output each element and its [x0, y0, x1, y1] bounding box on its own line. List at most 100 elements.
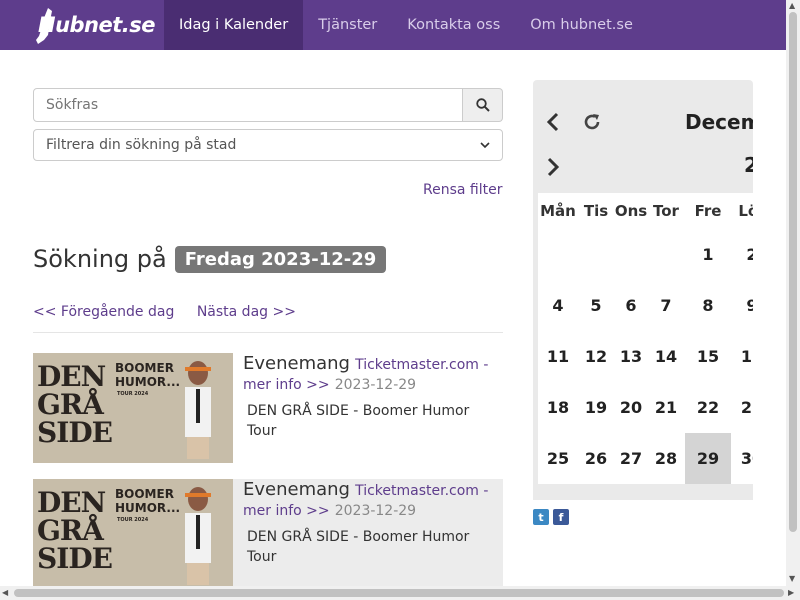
scroll-down-icon[interactable]: ▼ — [789, 574, 795, 583]
calendar-day[interactable]: 1 — [684, 229, 732, 280]
calendar-day[interactable]: 23 — [732, 382, 753, 433]
weekday-label: Fre — [694, 202, 722, 220]
search-input[interactable] — [33, 88, 463, 122]
weekday-label: Tor — [653, 202, 679, 220]
calendar-day[interactable]: 29 — [685, 433, 731, 484]
calendar-empty-cell — [648, 229, 684, 280]
vertical-scroll-thumb[interactable] — [789, 12, 797, 532]
performer-figure — [185, 487, 211, 585]
calendar-day[interactable]: 30 — [732, 433, 753, 484]
event-body: Evenemang Ticketmaster.com - mer info >>… — [243, 353, 498, 441]
calendar-empty-cell — [578, 229, 614, 280]
event-description: DEN GRÅ SIDE - Boomer Humor Tour — [247, 529, 470, 565]
refresh-icon[interactable] — [582, 112, 602, 132]
calendar-day[interactable]: 4 — [538, 280, 578, 331]
nav-item-kontakta-oss[interactable]: Kontakta oss — [392, 0, 515, 50]
clear-filter-link[interactable]: Rensa filter — [423, 182, 502, 198]
calendar-day[interactable]: 21 — [648, 382, 684, 433]
event-image-title: DEN GRÅ SIDE — [37, 486, 113, 575]
event-image-title: DEN GRÅ SIDE — [37, 360, 113, 449]
day-navigation: << Föregående dag Nästa dag >> — [33, 304, 314, 320]
calendar-day[interactable]: 15 — [684, 331, 732, 382]
event-image-tour: TOUR 2024 — [117, 517, 149, 523]
event-date: 2023-12-29 — [334, 377, 417, 393]
social-links: t f — [533, 509, 569, 525]
calendar-day[interactable]: 18 — [538, 382, 578, 433]
calendar-day[interactable]: 16 — [732, 331, 753, 382]
calendar-week-row: 18192021222324 — [538, 382, 753, 433]
calendar-day[interactable]: 9 — [732, 280, 753, 331]
calendar-day[interactable]: 11 — [538, 331, 578, 382]
event-description: DEN GRÅ SIDE - Boomer Humor Tour — [247, 403, 470, 439]
calendar-day[interactable]: 7 — [648, 280, 684, 331]
calendar-day[interactable]: 6 — [614, 280, 648, 331]
next-day-link[interactable]: Nästa dag >> — [197, 304, 296, 320]
calendar-day[interactable]: 27 — [614, 433, 648, 484]
facebook-icon[interactable]: f — [553, 509, 569, 525]
divider — [33, 332, 503, 333]
result-heading-text: Sökning på — [33, 245, 167, 273]
weekday-label: Mån — [540, 202, 576, 220]
scroll-right-icon[interactable]: ▶ — [788, 588, 794, 597]
calendar-day[interactable]: 22 — [684, 382, 732, 433]
calendar-day[interactable]: 26 — [578, 433, 614, 484]
nav-item-tjanster[interactable]: Tjänster — [303, 0, 392, 50]
calendar-panel: December 2023 MånTisOnsTorFreLörSön 1234… — [533, 80, 753, 500]
city-filter-value: Filtrera din sökning på stad — [46, 137, 237, 153]
calendar-week-row: 123 — [538, 229, 753, 280]
event-image[interactable]: DEN GRÅ SIDE BOOMER HUMOR... TOUR 2024 — [33, 353, 233, 463]
calendar-day[interactable]: 13 — [614, 331, 648, 382]
chevron-down-icon — [480, 142, 490, 149]
event-image-tour: TOUR 2024 — [117, 391, 149, 397]
event-image[interactable]: DEN GRÅ SIDE BOOMER HUMOR... TOUR 2024 — [33, 479, 233, 589]
weekday-label: Lör — [738, 202, 753, 220]
search-group — [33, 88, 503, 122]
chevron-left-icon[interactable] — [546, 112, 560, 132]
event-date: 2023-12-29 — [334, 503, 417, 519]
calendar-day[interactable]: 28 — [648, 433, 684, 484]
weekday-label: Ons — [614, 202, 648, 220]
calendar-day[interactable]: 5 — [578, 280, 614, 331]
calendar-day[interactable]: 25 — [538, 433, 578, 484]
event-item: DEN GRÅ SIDE BOOMER HUMOR... TOUR 2024 E… — [33, 479, 503, 591]
calendar-grid: MånTisOnsTorFreLörSön 123456789101112131… — [538, 193, 753, 484]
scroll-left-icon[interactable]: ◀ — [2, 588, 8, 597]
result-heading: Sökning på Fredag 2023-12-29 — [33, 245, 387, 273]
prev-day-link[interactable]: << Föregående dag — [33, 304, 174, 320]
city-filter-select[interactable]: Filtrera din sökning på stad — [33, 129, 503, 161]
event-type: Evenemang — [243, 353, 350, 374]
performer-figure — [185, 361, 211, 459]
calendar-day[interactable]: 2 — [732, 229, 753, 280]
nav-item-om-hubnet[interactable]: Om hubnet.se — [515, 0, 648, 50]
event-type: Evenemang — [243, 479, 350, 500]
scroll-up-icon[interactable]: ▲ — [789, 1, 795, 10]
date-label: Fredag 2023-12-29 — [174, 245, 387, 273]
brand-name: Hubnet.se — [36, 8, 156, 44]
calendar-week-row: 25262728293031 — [538, 433, 753, 484]
calendar-empty-cell — [538, 229, 578, 280]
calendar-week-row: 11121314151617 — [538, 331, 753, 382]
horizontal-scrollbar[interactable]: ◀ ▶ — [0, 586, 800, 600]
twitter-icon[interactable]: t — [533, 509, 549, 525]
nav-item-idag-i-kalender[interactable]: Idag i Kalender — [164, 0, 304, 50]
event-item: DEN GRÅ SIDE BOOMER HUMOR... TOUR 2024 E… — [33, 353, 503, 465]
chevron-right-icon[interactable] — [546, 157, 560, 177]
calendar-day[interactable]: 14 — [648, 331, 684, 382]
calendar-day[interactable]: 8 — [684, 280, 732, 331]
horizontal-scroll-thumb[interactable] — [14, 589, 784, 597]
vertical-scrollbar[interactable]: ▲ ▼ — [786, 0, 800, 586]
calendar-year: 2023 — [744, 153, 753, 177]
calendar-day[interactable]: 20 — [614, 382, 648, 433]
calendar-week-row: 45678910 — [538, 280, 753, 331]
search-button[interactable] — [463, 88, 503, 122]
calendar-day[interactable]: 19 — [578, 382, 614, 433]
weekday-header: MånTisOnsTorFreLörSön — [538, 193, 753, 229]
event-body: Evenemang Ticketmaster.com - mer info >>… — [243, 479, 498, 567]
calendar-empty-cell — [614, 229, 648, 280]
weekday-label: Tis — [583, 202, 609, 220]
brand-logo[interactable]: Hubnet.se — [0, 0, 164, 50]
search-icon — [475, 98, 490, 112]
calendar-day[interactable]: 12 — [578, 331, 614, 382]
top-navbar: Hubnet.se Idag i Kalender Tjänster Konta… — [0, 0, 786, 50]
calendar-month: December — [685, 110, 753, 134]
